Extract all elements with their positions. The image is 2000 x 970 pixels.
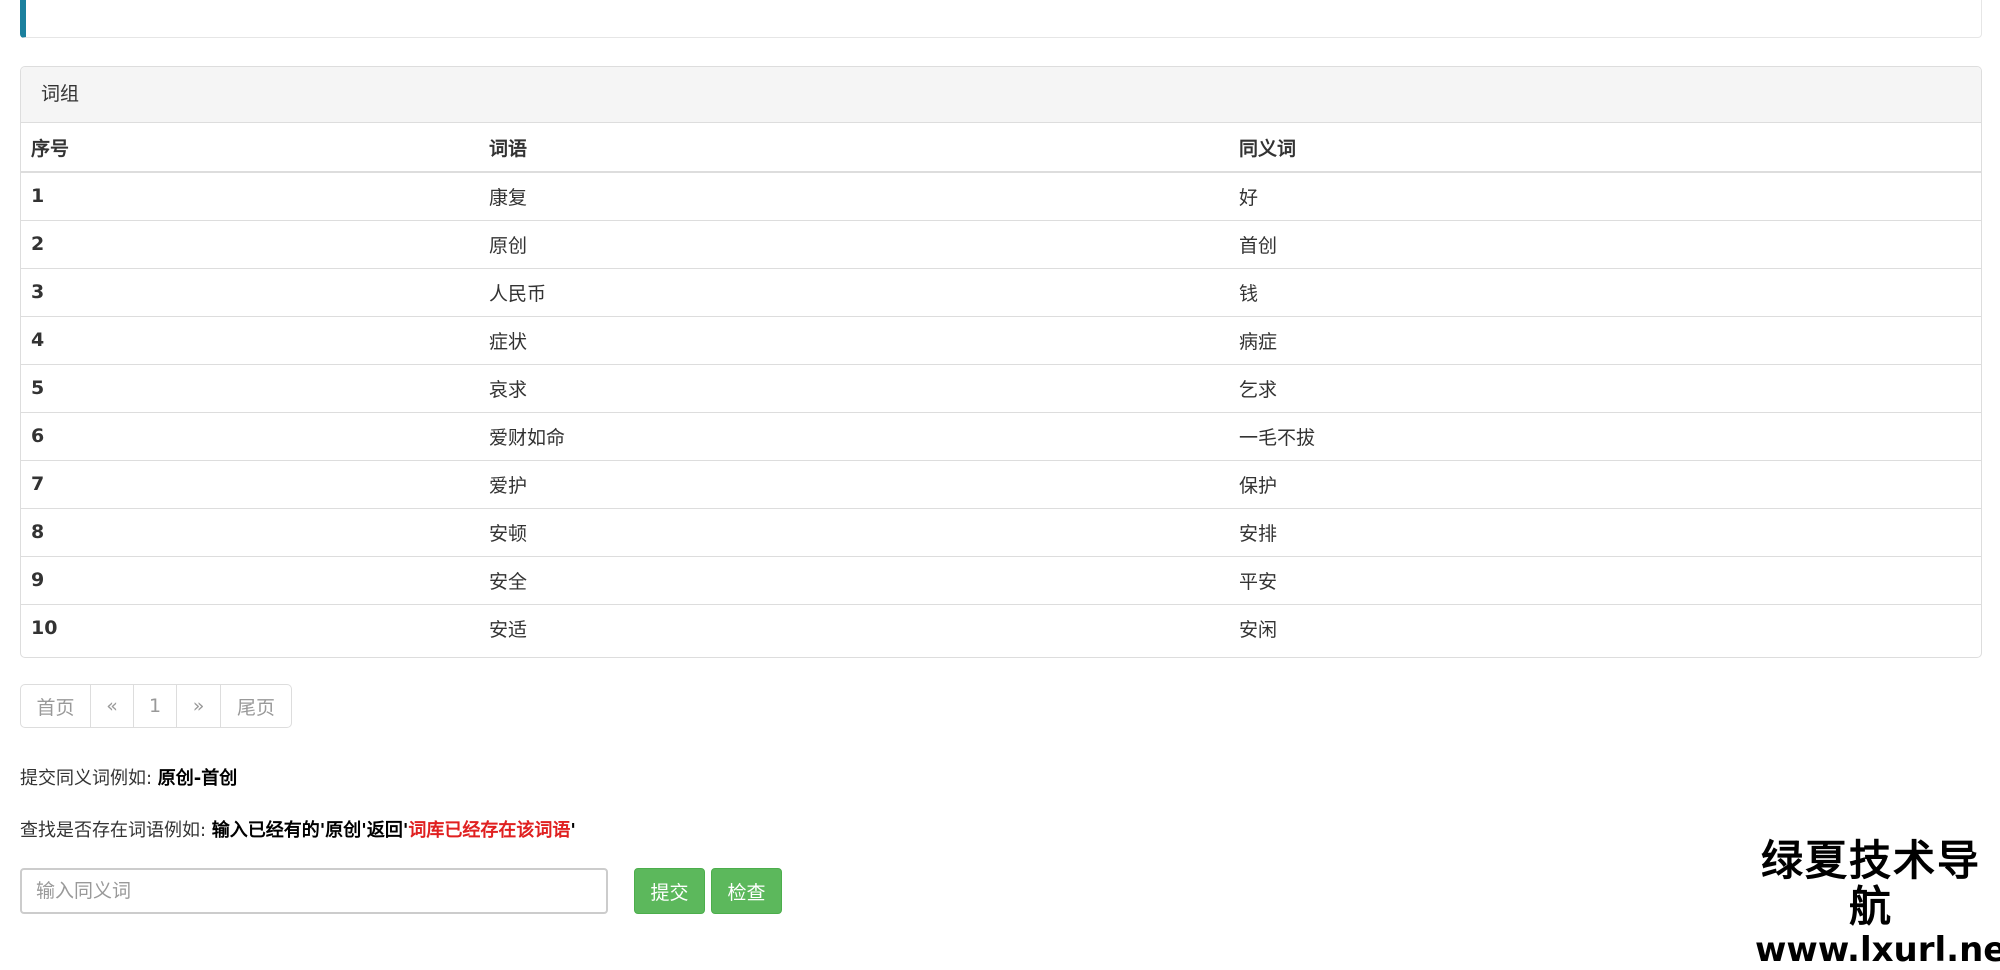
row-word: 原创 [479,219,1229,268]
submit-hint-example: 原创-首创 [157,768,238,789]
row-synonym: 乞求 [1229,363,1981,412]
row-synonym: 安闲 [1229,603,1981,652]
header-word: 词语 [479,123,1229,173]
submit-hint-prefix: 提交同义词例如: [20,768,158,789]
check-button[interactable]: 检查 [711,868,782,914]
row-word: 症状 [479,315,1229,364]
site-watermark-logo: 绿夏技术导航 www.lxurl.net [1755,838,2000,970]
row-word: 爱护 [479,459,1229,508]
row-index: 10 [21,603,479,652]
table-row: 9 安全 平安 [21,555,1981,604]
submit-button[interactable]: 提交 [634,868,705,914]
row-word: 安适 [479,603,1229,652]
row-word: 康复 [489,186,528,209]
row-synonym: 平安 [1229,555,1981,604]
watermark-line1: 绿夏技术导航 [1760,836,1981,931]
phrase-panel: 词组 序号 词语 同义词 1 康复 好 2 原创 首创 3 人民币 钱 4 症状… [20,66,1982,658]
pagination-prev[interactable]: « [91,685,134,727]
row-synonym: 一毛不拔 [1229,411,1981,460]
pagination: 首页 « 1 » 尾页 [20,684,292,728]
table-row: 1 康复 好 [21,172,1981,220]
table-row: 8 安顿 安排 [21,507,1981,556]
table-row: 10 安适 安闲 [21,603,1981,652]
info-callout [20,0,1982,38]
table-row: 3 人民币 钱 [21,267,1981,316]
table-row: 5 哀求 乞求 [21,363,1981,412]
synonym-input[interactable] [20,868,608,914]
row-index: 1 [31,185,45,208]
panel-title: 词组 [21,67,1981,123]
row-synonym: 首创 [1229,219,1981,268]
phrase-table: 序号 词语 同义词 1 康复 好 2 原创 首创 3 人民币 钱 4 症状 病症… [21,123,1981,652]
watermark-line2: www.lxurl.net [1755,930,2000,970]
row-synonym: 好 [1239,186,1259,209]
check-hint-suffix: ' [570,820,576,841]
header-index: 序号 [21,123,479,173]
pagination-last[interactable]: 尾页 [221,685,291,727]
row-synonym: 钱 [1229,267,1981,316]
row-word: 人民币 [479,267,1229,316]
pagination-first[interactable]: 首页 [21,685,91,727]
row-word: 安全 [479,555,1229,604]
pagination-next[interactable]: » [177,685,221,727]
check-hint-example: 输入已经有的'原创'返回' [211,820,409,841]
row-index: 5 [21,363,479,412]
row-synonym: 保护 [1229,459,1981,508]
row-synonym: 病症 [1229,315,1981,364]
check-hint: 查找是否存在词语例如: 输入已经有的'原创'返回'词库已经存在该词语' [20,816,576,842]
row-word: 安顿 [479,507,1229,556]
row-index: 8 [21,507,479,556]
row-index: 6 [21,411,479,460]
pagination-page-1[interactable]: 1 [134,685,177,727]
table-row: 7 爱护 保护 [21,459,1981,508]
row-index: 2 [21,219,479,268]
check-hint-prefix: 查找是否存在词语例如: [20,820,212,841]
table-row: 6 爱财如命 一毛不拔 [21,411,1981,460]
check-hint-result: 词库已经存在该词语 [408,820,571,841]
row-index: 4 [21,315,479,364]
table-header-row: 序号 词语 同义词 [21,123,1981,173]
row-word: 哀求 [479,363,1229,412]
submit-hint: 提交同义词例如: 原创-首创 [20,764,237,790]
row-index: 9 [21,555,479,604]
row-word: 爱财如命 [479,411,1229,460]
header-synonym: 同义词 [1229,123,1981,173]
row-synonym: 安排 [1229,507,1981,556]
row-index: 7 [21,459,479,508]
row-index: 3 [21,267,479,316]
table-row: 4 症状 病症 [21,315,1981,364]
table-row: 2 原创 首创 [21,219,1981,268]
